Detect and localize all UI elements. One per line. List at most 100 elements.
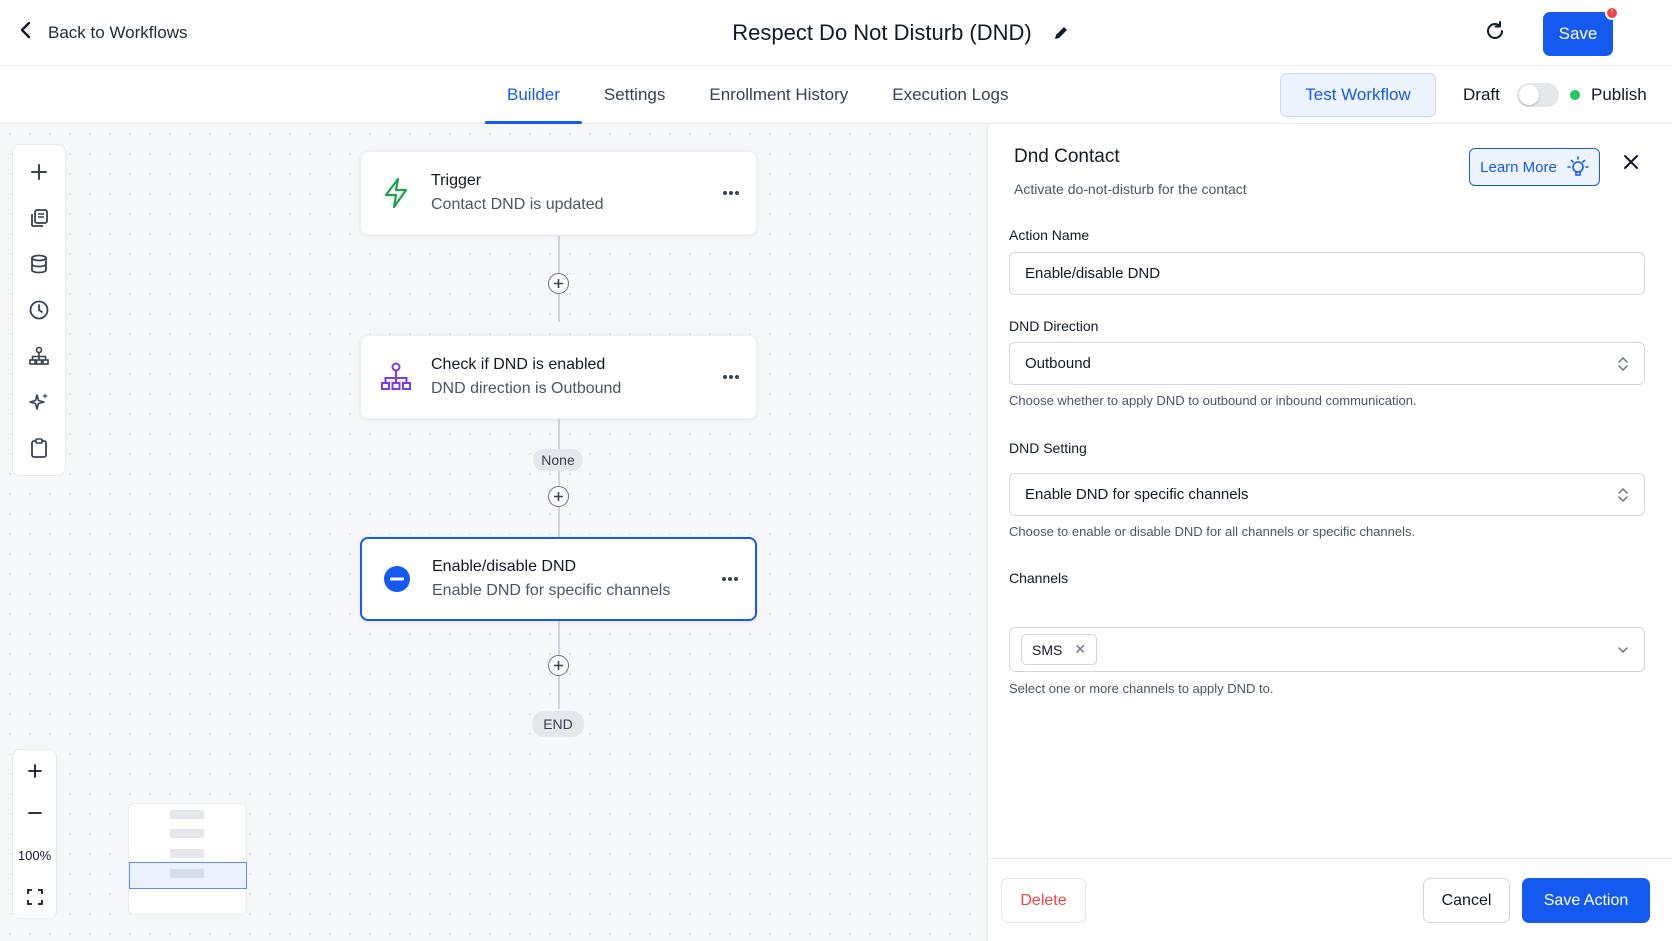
zoom-level: 100% xyxy=(17,847,52,863)
node-more-button[interactable] xyxy=(706,190,756,196)
dnd-direction-label: DND Direction xyxy=(1009,318,1099,334)
chevron-up-down-icon xyxy=(1618,487,1628,502)
back-to-workflows-link[interactable]: Back to Workflows xyxy=(18,20,188,45)
channels-label: Channels xyxy=(1009,570,1069,586)
canvas-toolbar xyxy=(12,144,66,476)
plus-icon xyxy=(554,661,563,670)
channel-chip-label: SMS xyxy=(1032,641,1063,658)
delete-button[interactable]: Delete xyxy=(1001,878,1086,923)
publish-label: Publish xyxy=(1591,85,1647,104)
remove-chip-button[interactable]: ✕ xyxy=(1074,641,1086,658)
add-step-button[interactable] xyxy=(548,273,569,294)
node-title: Trigger xyxy=(431,172,482,189)
clipboard-icon xyxy=(31,438,47,458)
action-config-panel: Dnd Contact Activate do-not-disturb for … xyxy=(989,124,1672,941)
database-tool-button[interactable] xyxy=(13,241,65,287)
copy-tool-button[interactable] xyxy=(13,195,65,241)
edit-title-button[interactable] xyxy=(1052,24,1070,42)
zoom-out-button[interactable] xyxy=(13,792,56,834)
chevron-left-icon xyxy=(18,20,34,45)
branch-label-pill: None xyxy=(533,449,583,471)
close-icon xyxy=(1624,155,1638,169)
node-subtitle: DND direction is Outbound xyxy=(431,380,622,397)
node-subtitle: Enable DND for specific channels xyxy=(432,582,671,599)
save-label: Save xyxy=(1558,24,1598,43)
fit-view-button[interactable] xyxy=(13,876,56,918)
workflow-title: Respect Do Not Disturb (DND) xyxy=(732,20,1032,45)
test-workflow-button[interactable]: Test Workflow xyxy=(1280,73,1436,117)
chevron-up-down-icon xyxy=(1618,356,1628,371)
publish-status-dot xyxy=(1570,90,1580,100)
publish-toggle[interactable] xyxy=(1517,83,1559,107)
dnd-direction-value: Outbound xyxy=(1025,355,1091,372)
node-more-button[interactable] xyxy=(705,576,755,582)
add-step-button[interactable] xyxy=(548,486,569,507)
sparkles-icon xyxy=(29,393,48,410)
refresh-button[interactable] xyxy=(1484,20,1506,47)
unsaved-badge: ! xyxy=(1605,6,1619,20)
database-icon xyxy=(31,254,47,274)
plus-icon xyxy=(27,764,42,778)
node-title: Check if DND is enabled xyxy=(431,356,606,373)
hierarchy-icon xyxy=(29,346,49,365)
add-tool-button[interactable] xyxy=(13,149,65,195)
dnd-setting-label: DND Setting xyxy=(1009,440,1087,456)
minimap-node xyxy=(170,829,204,838)
dnd-setting-help: Choose to enable or disable DND for all … xyxy=(1009,524,1416,539)
toggle-knob xyxy=(1519,85,1539,105)
workflow-canvas[interactable]: None END Trigger Contact DND is updated … xyxy=(0,124,988,941)
node-more-button[interactable] xyxy=(706,374,756,380)
history-tool-button[interactable] xyxy=(13,287,65,333)
tab-builder[interactable]: Builder xyxy=(485,66,582,124)
refresh-icon xyxy=(1487,21,1503,39)
cancel-button[interactable]: Cancel xyxy=(1423,878,1510,923)
dnd-setting-select[interactable]: Enable DND for specific channels xyxy=(1009,473,1645,516)
panel-subtitle: Activate do-not-disturb for the contact xyxy=(1014,181,1247,197)
channels-multiselect[interactable]: SMS ✕ xyxy=(1009,627,1645,672)
minus-icon xyxy=(27,812,42,814)
dnd-direction-select[interactable]: Outbound xyxy=(1009,342,1645,385)
tabs: Builder Settings Enrollment History Exec… xyxy=(485,66,1030,124)
minimap-viewport[interactable] xyxy=(129,862,247,889)
save-action-button[interactable]: Save Action xyxy=(1522,878,1650,923)
tab-bar: Builder Settings Enrollment History Exec… xyxy=(0,66,1672,124)
save-button[interactable]: Save ! xyxy=(1543,6,1619,56)
add-step-button[interactable] xyxy=(548,655,569,676)
zoom-controls: 100% xyxy=(12,749,57,919)
clipboard-tool-button[interactable] xyxy=(13,425,65,471)
plus-icon xyxy=(31,164,47,180)
node-subtitle: Contact DND is updated xyxy=(431,196,604,213)
back-label: Back to Workflows xyxy=(48,22,188,42)
clock-icon xyxy=(29,300,49,320)
fullscreen-icon xyxy=(26,889,43,905)
more-horizontal-icon xyxy=(722,577,738,581)
channels-help: Select one or more channels to apply DND… xyxy=(1009,681,1274,696)
tab-execution-logs[interactable]: Execution Logs xyxy=(870,66,1030,124)
lightbulb-icon xyxy=(1567,156,1589,176)
close-panel-button[interactable] xyxy=(1623,154,1639,175)
hierarchy-icon xyxy=(381,362,411,390)
dnd-direction-help: Choose whether to apply DND to outbound … xyxy=(1009,393,1417,408)
learn-more-button[interactable]: Learn More xyxy=(1469,148,1600,186)
tab-settings[interactable]: Settings xyxy=(582,66,687,124)
plus-icon xyxy=(554,492,563,501)
workflow-node-action[interactable]: Enable/disable DND Enable DND for specif… xyxy=(360,537,757,621)
minus-circle-icon xyxy=(384,566,410,592)
lightning-icon xyxy=(384,177,408,209)
end-node: END xyxy=(532,711,584,737)
tab-enrollment-history[interactable]: Enrollment History xyxy=(687,66,870,124)
panel-title: Dnd Contact xyxy=(1014,146,1120,167)
action-name-value: Enable/disable DND xyxy=(1025,265,1161,282)
minimap[interactable] xyxy=(128,803,247,915)
action-name-label: Action Name xyxy=(1009,227,1090,243)
workflow-node-condition[interactable]: Check if DND is enabled DND direction is… xyxy=(360,335,757,419)
action-name-input[interactable]: Enable/disable DND xyxy=(1009,252,1645,295)
plus-icon xyxy=(554,279,563,288)
minimap-node xyxy=(170,849,204,858)
app-header: Back to Workflows Respect Do Not Disturb… xyxy=(0,0,1672,66)
ai-tool-button[interactable] xyxy=(13,379,65,425)
hierarchy-tool-button[interactable] xyxy=(13,333,65,379)
workflow-node-trigger[interactable]: Trigger Contact DND is updated xyxy=(360,151,757,235)
chevron-down-icon xyxy=(1618,646,1628,653)
zoom-in-button[interactable] xyxy=(13,750,56,792)
